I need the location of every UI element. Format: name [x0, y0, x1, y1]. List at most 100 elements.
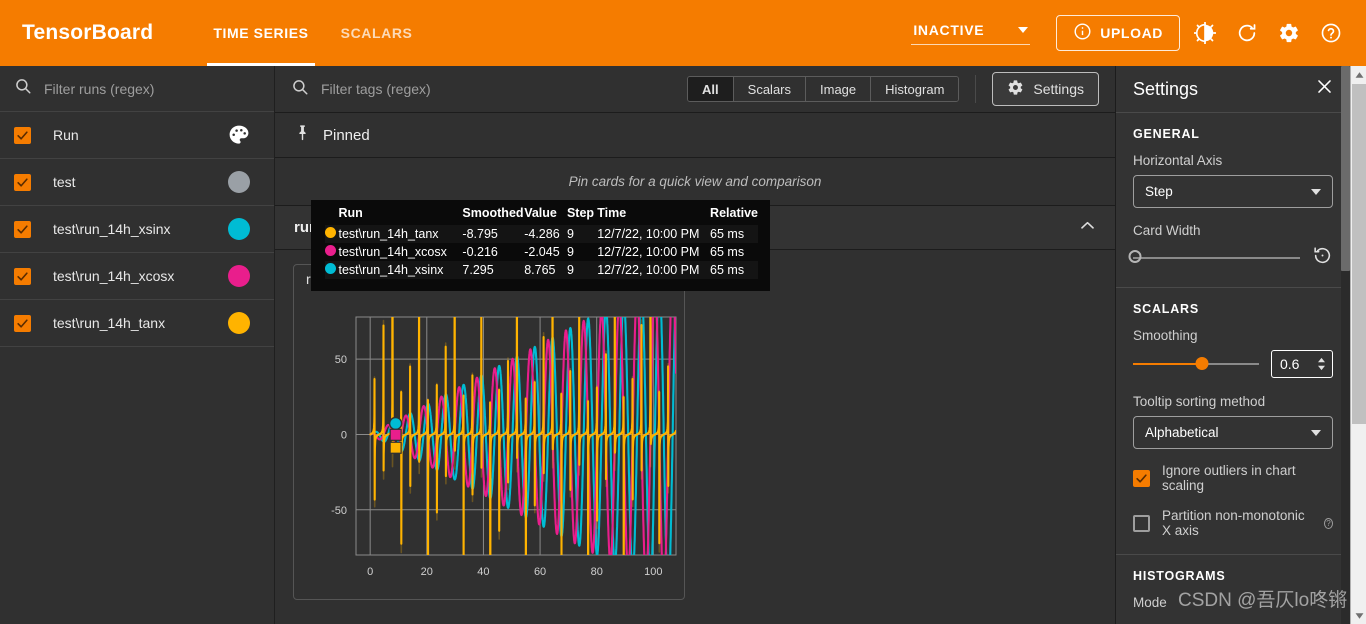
- pinned-empty-message: Pin cards for a quick view and compariso…: [275, 158, 1115, 206]
- page-scrollbar[interactable]: [1350, 66, 1366, 624]
- tooltip-row-dot: [325, 243, 338, 261]
- tooltip-sort-select[interactable]: Alphabetical: [1133, 416, 1333, 449]
- run-row-tanx[interactable]: test\run_14h_tanx: [0, 300, 274, 347]
- reload-button[interactable]: [1230, 16, 1264, 50]
- horizontal-axis-value: Step: [1145, 184, 1173, 199]
- tooltip-sort-value: Alphabetical: [1145, 425, 1219, 440]
- partition-x-axis-checkbox[interactable]: [1133, 514, 1150, 532]
- tooltip-col-step: Step: [566, 206, 595, 220]
- tooltip-row-dot: [325, 225, 339, 243]
- info-icon: [1073, 22, 1092, 44]
- chevron-down-icon: [1018, 26, 1029, 33]
- ignore-outliers-checkbox[interactable]: [1133, 469, 1150, 487]
- horizontal-axis-select[interactable]: Step: [1133, 175, 1333, 208]
- tooltip-row-time: 12/7/22, 10:00 PM: [597, 261, 711, 279]
- scroll-thumb[interactable]: [1352, 84, 1366, 424]
- tooltip-row-step: 9: [566, 225, 598, 243]
- runs-sidebar: Run test test\run_14h_xsinx: [0, 66, 275, 624]
- tooltip-row-run: test\run_14h_tanx: [338, 225, 463, 243]
- scalar-card[interactable]: run_14h: [293, 264, 685, 600]
- tooltip-col-dot: [325, 206, 338, 225]
- filter-scalars[interactable]: Scalars: [733, 77, 807, 101]
- run-row-run[interactable]: Run: [0, 112, 274, 159]
- scalars-section-label: SCALARS: [1133, 302, 1200, 316]
- tooltip-row-value: -2.045: [524, 245, 560, 259]
- search-icon: [291, 78, 309, 101]
- stepper-icon[interactable]: [1316, 357, 1327, 371]
- settings-gear-button[interactable]: [1272, 16, 1306, 50]
- partition-x-axis-row[interactable]: Partition non-monotonic X axis ?: [1133, 508, 1333, 538]
- tag-filter-row: [275, 78, 688, 101]
- run-label: Run: [53, 127, 79, 143]
- run-row-xsinx[interactable]: test\run_14h_xsinx: [0, 206, 274, 253]
- tab-time-series[interactable]: TIME SERIES: [197, 0, 324, 66]
- run-color-swatch[interactable]: [228, 265, 250, 287]
- reset-icon[interactable]: [1312, 245, 1333, 271]
- svg-text:0: 0: [367, 566, 373, 578]
- tooltip-row-time: 12/7/22, 10:00 PM: [597, 225, 711, 243]
- app-brand: TensorBoard: [22, 21, 154, 44]
- close-icon[interactable]: [1315, 77, 1334, 101]
- filter-histogram[interactable]: Histogram: [871, 77, 959, 101]
- tooltip-row-relative: 65 ms: [710, 245, 745, 259]
- ignore-outliers-row[interactable]: Ignore outliers in chart scaling: [1133, 463, 1333, 493]
- settings-scroll-thumb[interactable]: [1341, 66, 1350, 271]
- run-checkbox[interactable]: [14, 173, 31, 191]
- run-checkbox[interactable]: [14, 126, 31, 144]
- scroll-down-arrow-icon[interactable]: [1351, 607, 1366, 624]
- scroll-up-arrow-icon[interactable]: [1351, 66, 1366, 83]
- pinned-header: Pinned: [275, 113, 1115, 158]
- settings-panel-scrollbar[interactable]: [1341, 66, 1350, 624]
- histogram-mode-label: Mode: [1133, 595, 1167, 610]
- run-filter-input[interactable]: [44, 80, 260, 97]
- color-palette-icon[interactable]: [227, 123, 251, 147]
- tooltip-row-relative: 65 ms: [710, 225, 758, 243]
- tooltip-row-smoothed: 7.295: [462, 261, 525, 279]
- upload-button[interactable]: UPLOAD: [1056, 15, 1180, 51]
- tooltip-row-step: 9: [566, 261, 598, 279]
- settings-panel: Settings GENERAL Horizontal Axis Step Ca…: [1115, 66, 1350, 624]
- run-color-swatch[interactable]: [228, 171, 250, 193]
- run-color-swatch[interactable]: [228, 312, 250, 334]
- app-toolbar: TensorBoard TIME SERIES SCALARS INACTIVE…: [0, 0, 1366, 66]
- smoothing-label: Smoothing: [1133, 328, 1198, 343]
- card-width-slider[interactable]: [1128, 250, 1300, 263]
- plugin-filter-group: All Scalars Image Histogram: [687, 76, 960, 102]
- chevron-down-icon: [1311, 188, 1321, 195]
- pin-icon: [294, 124, 311, 146]
- tab-scalars[interactable]: SCALARS: [325, 0, 429, 66]
- run-checkbox[interactable]: [14, 267, 31, 285]
- tooltip-row-run: test\run_14h_xsinx: [338, 261, 463, 279]
- help-button[interactable]: [1314, 16, 1348, 50]
- run-checkbox[interactable]: [14, 314, 31, 332]
- brightness-toggle-button[interactable]: [1188, 16, 1222, 50]
- filter-image[interactable]: Image: [806, 77, 872, 101]
- info-icon[interactable]: ?: [1323, 517, 1333, 529]
- filter-all[interactable]: All: [688, 77, 734, 101]
- svg-text:40: 40: [477, 566, 489, 578]
- settings-scalars-section: SCALARS Smoothing 0.6 Tooltip sorting me…: [1116, 288, 1350, 555]
- run-checkbox[interactable]: [14, 220, 31, 238]
- smoothing-input[interactable]: 0.6: [1271, 350, 1333, 378]
- settings-histograms-section: HISTOGRAMS Mode: [1116, 555, 1350, 624]
- run-color-swatch[interactable]: [228, 218, 250, 240]
- svg-text:20: 20: [421, 566, 433, 578]
- tooltip-row-run: test\run_14h_xcosx: [338, 245, 447, 259]
- run-row-test[interactable]: test: [0, 159, 274, 206]
- toolbar-divider: [975, 75, 977, 103]
- tooltip-col-relative: Relative: [710, 206, 758, 220]
- scalar-chart[interactable]: 0 20 40 60 80 100 -50 0 50: [294, 299, 685, 599]
- partition-x-axis-label: Partition non-monotonic X axis: [1162, 508, 1305, 538]
- reload-status-dropdown[interactable]: INACTIVE: [911, 22, 1031, 45]
- smoothing-slider[interactable]: [1133, 357, 1259, 370]
- tag-filter-input[interactable]: [321, 81, 688, 97]
- tooltip-row-step: 9: [566, 245, 574, 259]
- tooltip-row-smoothed: -8.795: [462, 225, 525, 243]
- tooltip-row-dot: [325, 261, 339, 279]
- tooltip-col-value: Value: [524, 206, 557, 220]
- run-row-xcosx[interactable]: test\run_14h_xcosx: [0, 253, 274, 300]
- settings-toggle-button[interactable]: Settings: [992, 72, 1099, 106]
- chevron-up-icon[interactable]: [1078, 216, 1097, 240]
- histograms-section-label: HISTOGRAMS: [1133, 569, 1226, 583]
- card-grid: run_14h: [275, 250, 1115, 600]
